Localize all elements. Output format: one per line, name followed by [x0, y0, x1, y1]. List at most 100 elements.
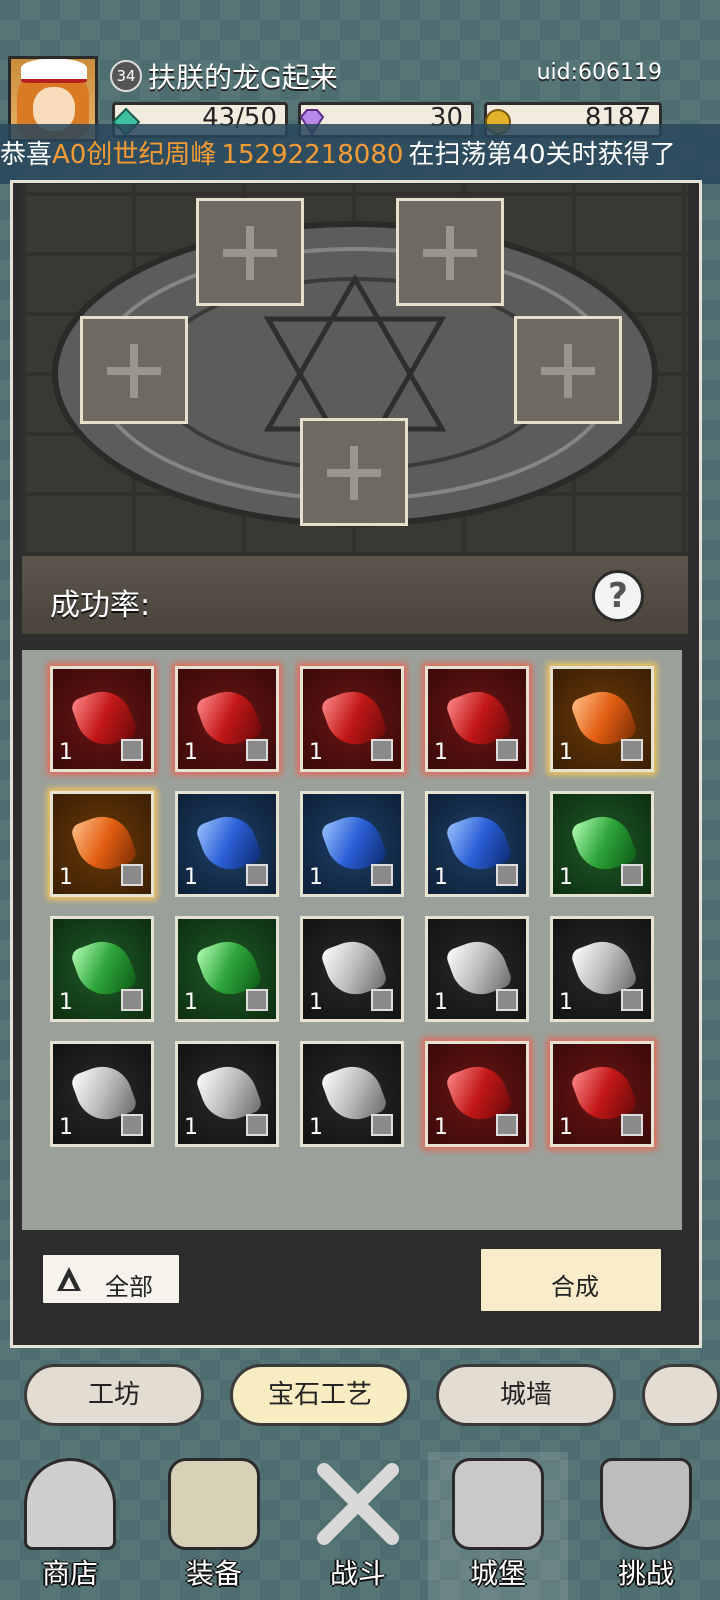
- filter-all-button[interactable]: 全部: [40, 1252, 182, 1306]
- gem-item-white[interactable]: 1: [175, 1041, 279, 1147]
- gem-quantity: 1: [184, 1115, 198, 1140]
- equipment-slot-icon: [246, 864, 268, 886]
- gem-quantity: 1: [59, 740, 73, 765]
- equipment-slot-icon: [371, 989, 393, 1011]
- tab-next[interactable]: [642, 1364, 720, 1426]
- success-rate-label: 成功率:: [50, 588, 151, 623]
- gem-quantity: 1: [434, 740, 448, 765]
- ticker-text-1: 恭喜: [0, 140, 53, 170]
- gem-quantity: 1: [559, 865, 573, 890]
- equipment-slot-icon: [121, 739, 143, 761]
- gem-quantity: 1: [59, 990, 73, 1015]
- filter-triangle-inner: [63, 1277, 75, 1289]
- gem-item-red[interactable]: 1: [425, 666, 529, 772]
- gem-slot-top-left[interactable]: [196, 198, 304, 306]
- nav-equipment[interactable]: 装备: [144, 1452, 284, 1600]
- gem-item-blue[interactable]: 1: [300, 791, 404, 897]
- gem-item-white[interactable]: 1: [50, 1041, 154, 1147]
- equipment-slot-icon: [121, 864, 143, 886]
- gem-slot-bottom[interactable]: [300, 418, 408, 526]
- backpack-icon: [168, 1458, 260, 1550]
- gem-quantity: 1: [184, 740, 198, 765]
- avatar-hat: [21, 59, 87, 83]
- filter-all-label: 全部: [105, 1273, 153, 1301]
- gem-item-orange[interactable]: 1: [50, 791, 154, 897]
- gem-item-white[interactable]: 1: [300, 916, 404, 1022]
- gem-quantity: 1: [434, 1115, 448, 1140]
- equipment-slot-icon: [496, 739, 518, 761]
- gem-item-red[interactable]: 1: [425, 1041, 529, 1147]
- equipment-slot-icon: [621, 739, 643, 761]
- gem-slot-top-right[interactable]: [396, 198, 504, 306]
- equipment-slot-icon: [371, 1114, 393, 1136]
- plus-icon-vertical: [446, 226, 454, 280]
- equipment-slot-icon: [621, 1114, 643, 1136]
- gem-quantity: 1: [559, 1115, 573, 1140]
- nav-battle-label: 战斗: [329, 1557, 386, 1590]
- plus-icon-vertical: [564, 344, 572, 398]
- equipment-slot-icon: [371, 864, 393, 886]
- tab-gem-craft[interactable]: 宝石工艺: [230, 1364, 410, 1426]
- crossed-swords-icon: [317, 1463, 399, 1545]
- gem-item-white[interactable]: 1: [425, 916, 529, 1022]
- gem-item-green[interactable]: 1: [50, 916, 154, 1022]
- announcement-ticker: 恭喜A0创世纪周峰 15292218080 在扫荡第40关时获得了: [0, 124, 720, 184]
- player-uid: uid:606119: [536, 60, 662, 85]
- compose-label: 合成: [551, 1273, 599, 1301]
- nav-battle[interactable]: 战斗: [288, 1452, 428, 1600]
- bottom-navigation: 商店 装备 战斗 城堡 挑战: [0, 1452, 720, 1600]
- gem-quantity: 1: [184, 990, 198, 1015]
- ticker-player-id: 15292218080: [221, 140, 404, 170]
- nav-equipment-label: 装备: [185, 1557, 242, 1590]
- plus-icon-vertical: [350, 446, 358, 500]
- equipment-slot-icon: [246, 989, 268, 1011]
- gem-quantity: 1: [309, 865, 323, 890]
- gem-item-blue[interactable]: 1: [425, 791, 529, 897]
- nav-challenge[interactable]: 挑战: [576, 1452, 716, 1600]
- equipment-slot-icon: [246, 739, 268, 761]
- gem-slot-right[interactable]: [514, 316, 622, 424]
- gem-item-blue[interactable]: 1: [175, 791, 279, 897]
- plus-icon-vertical: [130, 344, 138, 398]
- gem-item-white[interactable]: 1: [550, 916, 654, 1022]
- tab-workshop[interactable]: 工坊: [24, 1364, 204, 1426]
- gem-item-red[interactable]: 1: [175, 666, 279, 772]
- player-level-badge: 34: [110, 60, 142, 92]
- tab-city-wall[interactable]: 城墙: [436, 1364, 616, 1426]
- gem-item-red[interactable]: 1: [300, 666, 404, 772]
- nav-castle-label: 城堡: [469, 1557, 526, 1590]
- gem-quantity: 1: [434, 990, 448, 1015]
- gem-item-red[interactable]: 1: [50, 666, 154, 772]
- gem-item-green[interactable]: 1: [175, 916, 279, 1022]
- gem-slot-left[interactable]: [80, 316, 188, 424]
- gem-item-white[interactable]: 1: [300, 1041, 404, 1147]
- gem-quantity: 1: [559, 990, 573, 1015]
- ticker-player-name: A0创世纪周峰: [52, 140, 217, 170]
- gem-quantity: 1: [309, 990, 323, 1015]
- plus-icon-vertical: [246, 226, 254, 280]
- shop-icon: [24, 1458, 116, 1550]
- equipment-slot-icon: [496, 1114, 518, 1136]
- shield-icon: [600, 1458, 692, 1550]
- gem-item-red[interactable]: 1: [550, 1041, 654, 1147]
- gem-quantity: 1: [559, 740, 573, 765]
- nav-shop-label: 商店: [41, 1557, 98, 1590]
- equipment-slot-icon: [496, 864, 518, 886]
- ticker-text-2: 在扫荡第40关时获得了: [408, 140, 676, 170]
- nav-shop[interactable]: 商店: [0, 1452, 140, 1600]
- castle-icon: [452, 1458, 544, 1550]
- gem-quantity: 1: [434, 865, 448, 890]
- gem-item-green[interactable]: 1: [550, 791, 654, 897]
- help-icon[interactable]: ?: [592, 570, 644, 622]
- equipment-slot-icon: [621, 989, 643, 1011]
- equipment-slot-icon: [621, 864, 643, 886]
- gem-quantity: 1: [184, 865, 198, 890]
- player-name: 扶朕的龙G起来: [148, 61, 338, 94]
- nav-castle[interactable]: 城堡: [428, 1452, 568, 1600]
- nav-challenge-label: 挑战: [617, 1557, 674, 1590]
- compose-button[interactable]: 合成: [478, 1246, 664, 1314]
- gem-item-orange[interactable]: 1: [550, 666, 654, 772]
- gem-inventory[interactable]: 1 1 1 1 1 1 1 1 1 1 1 1 1 1 1 1 1 1 1 1: [22, 650, 682, 1230]
- gem-quantity: 1: [59, 865, 73, 890]
- equipment-slot-icon: [496, 989, 518, 1011]
